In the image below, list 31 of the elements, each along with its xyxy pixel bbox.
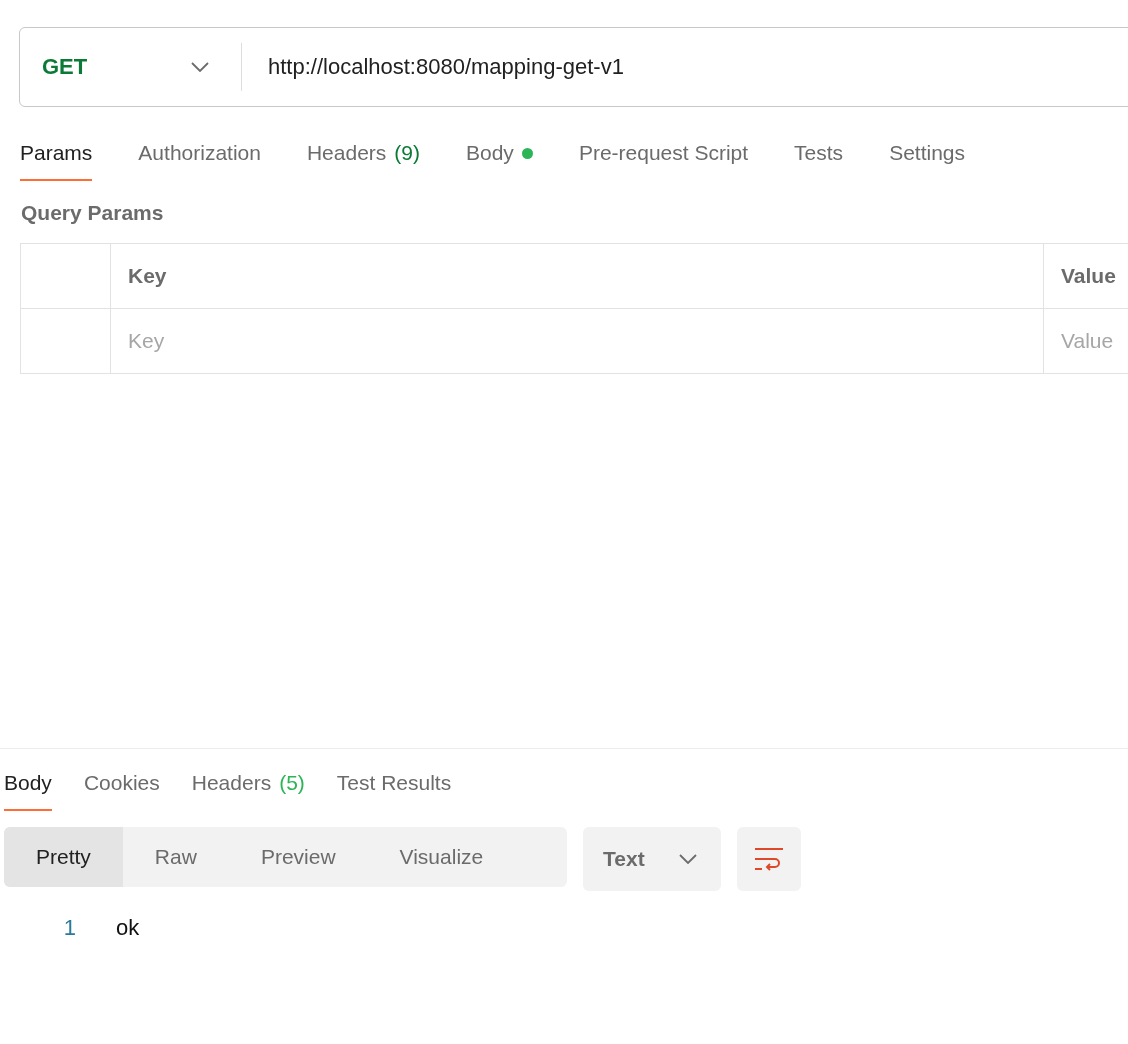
response-text: ok [116,915,140,941]
column-header: Key [111,244,1044,309]
view-mode-button[interactable]: Visualize [367,827,516,887]
chevron-down-icon [679,854,697,864]
key-input[interactable]: Key [111,309,1044,374]
section-title: Query Params [21,201,165,225]
tab-count: (9) [394,141,420,165]
request-tab[interactable]: Authorization [138,133,261,181]
response-tab[interactable]: Test Results [336,763,452,811]
line-number: 1 [62,915,76,941]
url-field[interactable]: GET http://localhost:8080/mapping-get-v1 [19,27,1128,107]
tab-count: (5) [279,771,305,795]
request-tab[interactable]: Params [20,133,93,181]
column-header: Value [1044,244,1128,309]
request-tab[interactable]: Settings [889,133,965,181]
wrap-lines-button[interactable] [737,827,801,891]
view-mode-button[interactable]: Preview [228,827,368,887]
method-dropdown[interactable]: GET [20,28,225,106]
request-tab[interactable]: Body [466,133,533,181]
value-input[interactable]: Value [1044,309,1128,374]
response-tab[interactable]: Body [4,763,52,811]
request-tab[interactable]: Headers (9) [306,133,420,181]
chevron-down-icon [191,62,209,72]
response-tab[interactable]: Headers (5) [191,763,305,811]
format-dropdown[interactable]: Text [583,827,721,891]
request-tab[interactable]: Tests [794,133,844,181]
response-tab[interactable]: Cookies [83,763,160,811]
wrap-lines-icon [754,847,784,871]
request-tab[interactable]: Pre-request Script [578,133,749,181]
view-mode-button[interactable]: Pretty [4,827,123,887]
view-mode-button[interactable]: Raw [122,827,229,887]
